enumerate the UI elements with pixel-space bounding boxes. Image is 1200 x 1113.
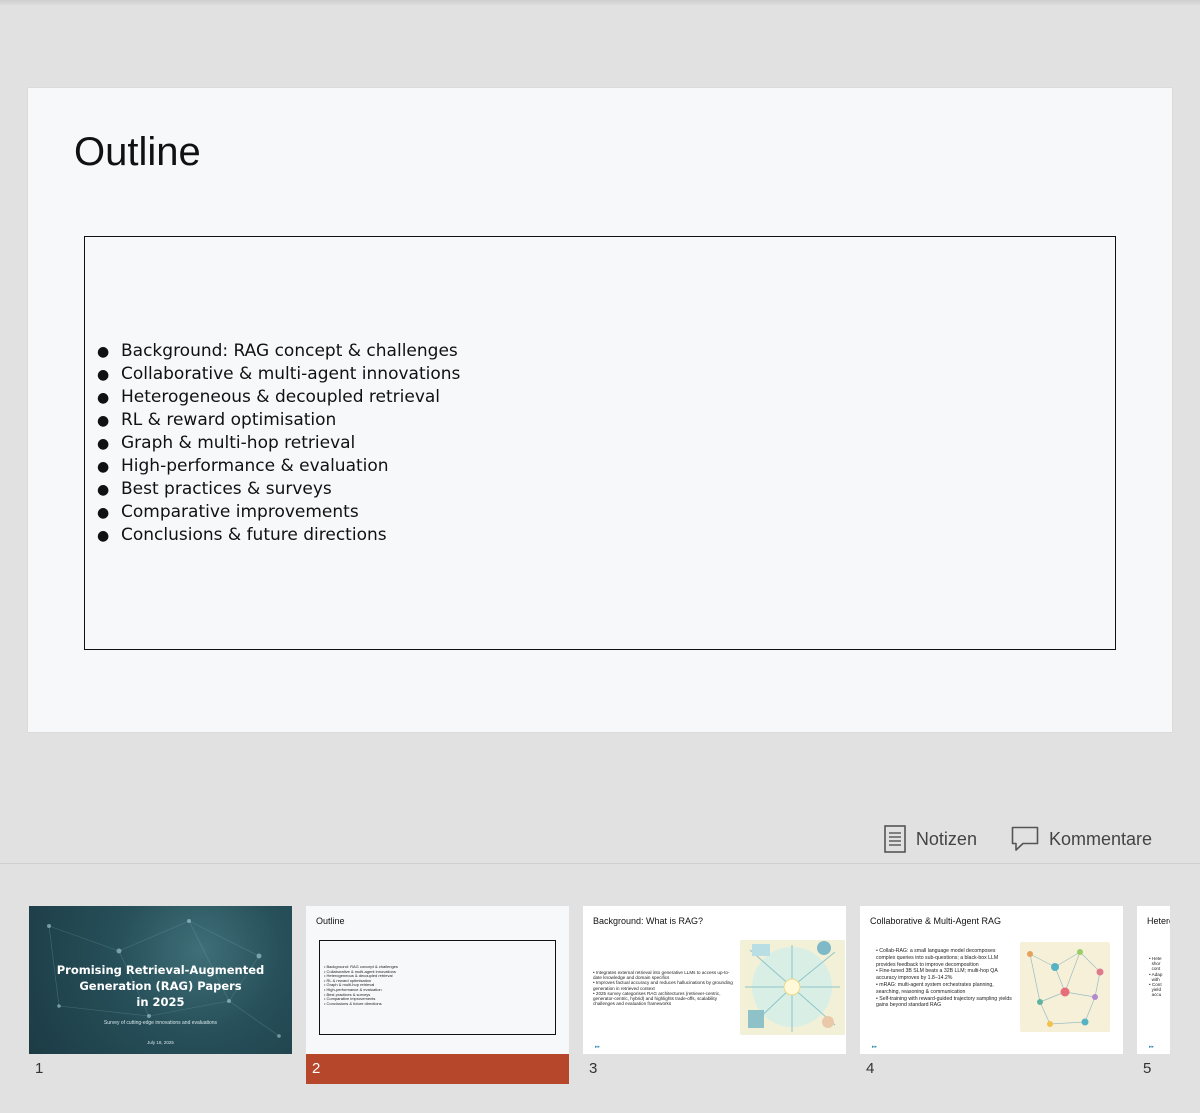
thumbnail-title: Promising Retrieval-Augmented Generation… [29,962,292,1010]
slide-number: 5 [1143,1060,1152,1077]
slide-number: 3 [589,1060,598,1077]
thumbnail-preview: Promising Retrieval-Augmented Generation… [29,906,292,1054]
top-toolbar-shadow [0,0,1200,6]
panel-divider [0,863,1200,864]
thumbnail-bullets: • Hete shor cont • Adap with • Cont yiel… [1149,956,1162,998]
thumbnail-slide-4[interactable]: Collaborative & Multi-Agent RAG • Collab… [860,906,1123,1084]
network-graph-image [1020,942,1110,1032]
thumbnail-subtitle: Survey of cutting-edge innovations and e… [103,1020,218,1026]
thumbnail-slide-3[interactable]: Background: What is RAG? • Integrates ex… [583,906,846,1084]
slide-logo-mark: ▸▸ [1149,1044,1155,1050]
bullet-item: ● Collaborative & multi-agent innovations [97,364,461,384]
bullet-item: ● High-performance & evaluation [97,456,389,476]
thumbnail-bullets: • Integrates external retrieval into gen… [593,970,735,1006]
thumbnail-bullet: • 2025 survey categorises RAG architectu… [593,990,721,1007]
notes-button[interactable]: Notizen [884,825,977,853]
title-line: Promising Retrieval-Augmented [56,963,265,977]
slide-title[interactable]: Outline [74,130,201,175]
slide-logo-mark: ▸▸ [595,1044,601,1050]
thumbnail-bullet: accu [1151,992,1162,998]
thumbnail-content-box: • Background: RAG concept & challenges •… [319,940,556,1035]
rag-illustration-image [740,940,845,1035]
bullet-item: ● Conclusions & future directions [97,525,387,545]
bullet-list: ● Background: RAG concept & challenges ● C… [97,340,460,547]
thumbnail-slide-5[interactable]: Heterogeneous • Hete shor cont • Adap wi… [1137,906,1170,1084]
bullet-item: ● Heterogeneous & decoupled retrieval [97,387,441,407]
thumbnail-bullet: • Fine-tuned 3B SLM beats a 32B LLM; mul… [876,968,998,982]
slide-logo-mark: ▸▸ [872,1044,878,1050]
thumbnail-title: Heterogeneous [1147,916,1170,926]
thumbnail-slide-1[interactable]: Promising Retrieval-Augmented Generation… [29,906,292,1084]
comment-icon [1011,826,1039,852]
slide-thumbnail-strip[interactable]: Promising Retrieval-Augmented Generation… [0,906,1200,1096]
title-line: in 2025 [136,995,185,1009]
thumbnail-slide-2[interactable]: Outline • Background: RAG concept & chal… [306,906,569,1084]
thumbnail-bullets: • Collab-RAG: a small language model dec… [876,948,1016,1009]
bullet-item: ● Comparative improvements [97,502,359,522]
notes-icon [884,825,906,853]
thumbnail-title: Collaborative & Multi-Agent RAG [870,916,1002,926]
notes-label: Notizen [915,828,977,849]
thumbnail-bullets: • Background: RAG concept & challenges •… [324,964,398,1006]
thumbnail-preview: Outline • Background: RAG concept & chal… [306,906,569,1054]
slide-number: 1 [35,1060,44,1077]
thumbnail-date: July 18, 2025 [147,1040,174,1045]
bullet-item: ● Best practices & surveys [97,479,332,499]
slide-number: 4 [866,1060,875,1077]
thumbnail-preview: Background: What is RAG? • Integrates ex… [583,906,846,1054]
slide-canvas[interactable]: Outline ● Background: RAG concept & chall… [28,88,1172,732]
slide-number: 2 [306,1054,569,1084]
thumbnail-bullet: • Improves factual accuracy and reduces … [593,980,733,991]
thumbnail-title: Background: What is RAG? [593,916,704,926]
thumbnail-bullet: • Conclusions & future directions [324,1000,382,1006]
thumbnail-preview: Heterogeneous • Hete shor cont • Adap wi… [1137,906,1170,1054]
title-line: Generation (RAG) Papers [79,979,242,993]
thumbnail-bullet: • Collab-RAG: a small language model dec… [876,948,999,968]
thumbnail-bullet: • mRAG: multi-agent system orchestrates … [876,981,994,995]
bottom-toolbar: Notizen Kommentare [884,822,1152,856]
thumbnail-title: Outline [316,916,345,926]
thumbnail-preview: Collaborative & Multi-Agent RAG • Collab… [860,906,1123,1054]
bullet-item: ● Graph & multi-hop retrieval [97,433,356,453]
comments-label: Kommentare [1048,828,1152,849]
bullet-item: ● Background: RAG concept & challenges [97,341,458,361]
bullet-item: ● RL & reward optimisation [97,410,337,430]
comments-button[interactable]: Kommentare [1011,826,1152,852]
content-placeholder[interactable]: ● Background: RAG concept & challenges ● C… [84,236,1116,650]
thumbnail-bullet: • Self-training with reward-guided traje… [876,995,1012,1009]
thumbnail-bullet: • Integrates external retrieval into gen… [593,970,730,981]
